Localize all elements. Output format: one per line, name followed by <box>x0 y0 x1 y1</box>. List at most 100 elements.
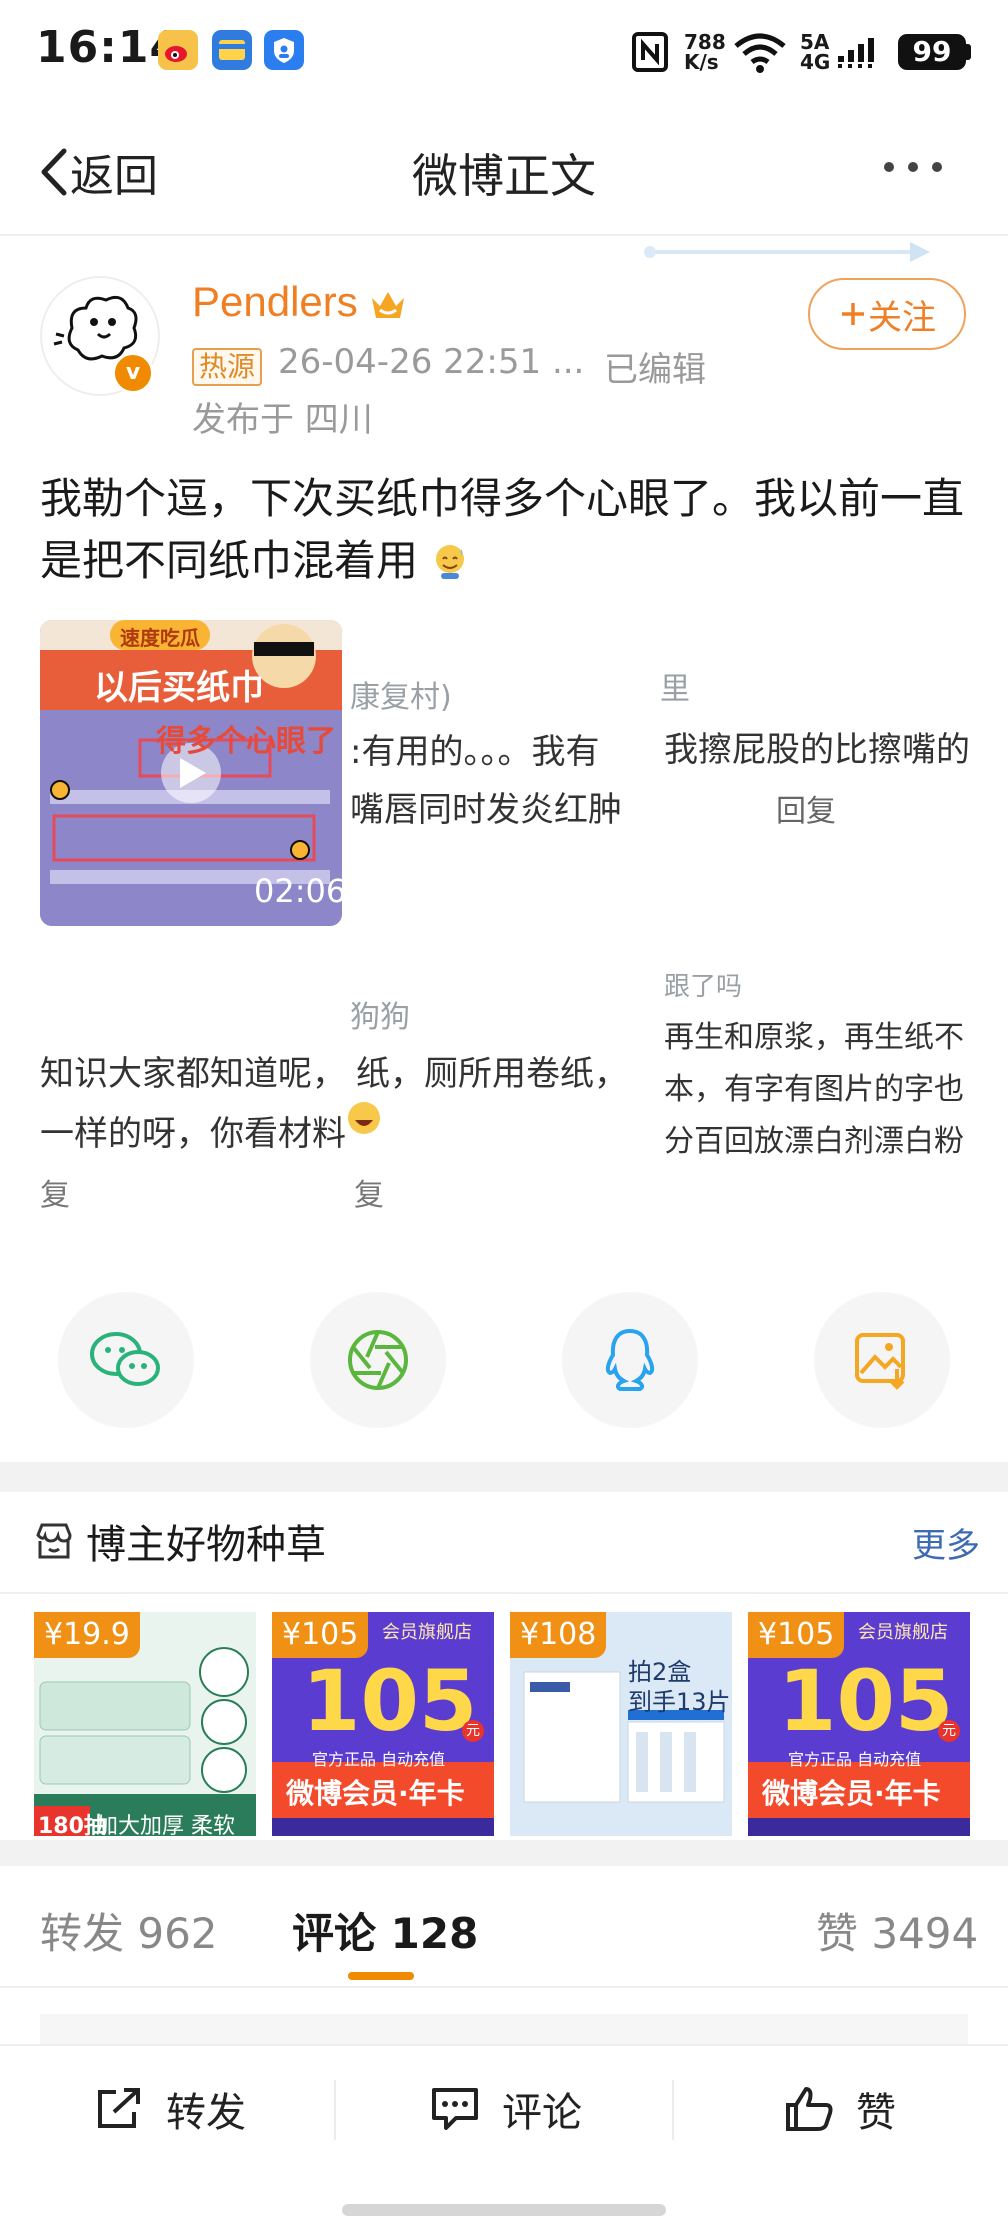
goods-title-label: 博主好物种草 <box>86 1522 326 1568</box>
wifi-icon <box>732 30 788 78</box>
more-dot <box>884 162 894 172</box>
save-image-icon <box>855 1333 905 1390</box>
goods-card[interactable]: ¥108 拍2盒 到手13片 <box>510 1612 732 1836</box>
video-thumbnail[interactable]: 速度吃瓜 以后买纸巾 得多个心眼了 02:06 <box>40 620 342 926</box>
ghost-reply-label: 复 <box>40 1178 70 1213</box>
comment-icon <box>432 2088 478 2130</box>
page-title: 微博正文 <box>412 149 596 203</box>
ghost-comment-name: 狗狗 <box>350 1000 410 1035</box>
ghost-comment-text: 本，有字有图片的字也 <box>664 1072 964 1107</box>
like-label: 赞 <box>856 2090 896 2136</box>
share-qq-button[interactable] <box>562 1292 698 1428</box>
wallet-app-icon <box>212 30 252 70</box>
ghost-comment-text: 知识大家都知道呢， <box>40 1054 346 1094</box>
more-dot <box>932 162 942 172</box>
video-banner-small: 速度吃瓜 <box>120 626 200 650</box>
ghost-comment-text: 我擦屁股的比擦嘴的 <box>664 730 970 770</box>
tab-repost[interactable]: 转发 962 <box>40 1900 218 1961</box>
more-dot <box>908 162 918 172</box>
store-label: 会员旗舰店 <box>382 1622 472 1643</box>
ghost-comment-text: 纸，厕所用卷纸， <box>356 1054 628 1094</box>
product-line1: 官方正品 自动充值 <box>312 1750 446 1769</box>
wechat-icon <box>90 1332 160 1386</box>
tab-divider <box>0 1986 1008 1988</box>
crown-badge-icon <box>372 292 404 318</box>
video-duration: 02:06 <box>254 872 342 910</box>
goods-card[interactable]: ¥105 会员旗舰店 105 元 官方正品 自动充值 微博会员·年卡 <box>748 1612 970 1836</box>
section-divider <box>0 1462 1008 1492</box>
decorative-arrow <box>644 242 930 262</box>
signal-type: 5A 4G <box>800 30 831 74</box>
weibo-app-icon <box>158 30 198 70</box>
plus-icon <box>842 303 864 325</box>
save-image-button[interactable] <box>814 1292 950 1428</box>
battery-indicator: 99 <box>898 34 966 70</box>
big-price: 105 <box>778 1652 954 1750</box>
security-app-icon <box>264 30 304 70</box>
moments-icon <box>348 1330 408 1390</box>
laughing-emoji-icon <box>344 1098 384 1142</box>
ghost-comment-text: 再生和原浆，再生纸不 <box>664 1020 964 1055</box>
shop-icon <box>36 1523 72 1559</box>
home-indicator[interactable] <box>342 2204 666 2216</box>
edited-label: 已编辑 <box>604 350 706 390</box>
post-location: 发布于 四川 <box>192 400 373 440</box>
bar-separator <box>334 2080 336 2140</box>
active-tab-indicator <box>348 1972 414 1980</box>
follow-button[interactable]: 关注 <box>808 278 966 350</box>
goods-card[interactable]: ¥19.9 180抽 加大加厚 柔软亲肤 <box>34 1612 256 1836</box>
goods-section-title: 博主好物种草 <box>32 1512 326 1570</box>
ghost-comment-name: 跟了吗 <box>664 972 743 1002</box>
product-line2: 微博会员·年卡 <box>762 1777 941 1810</box>
post-timestamp: 26-04-26 22:51 ... <box>278 342 585 382</box>
follow-label: 关注 <box>868 297 936 338</box>
nfc-icon <box>632 32 668 72</box>
store-label: 会员旗舰店 <box>858 1622 948 1643</box>
ghost-comment-text: :有用的。。。我有 <box>350 732 600 772</box>
battery-tip <box>966 44 971 60</box>
post-text: 我勒个逗，下次买纸巾得多个心眼了。我以前一直是把不同纸巾混着用 <box>40 474 965 585</box>
video-banner-title: 以后买纸巾 <box>94 668 264 708</box>
nav-bar: 返回 微博正文 <box>0 110 1008 236</box>
section-divider <box>0 1840 1008 1866</box>
repost-button[interactable]: 转发 <box>94 2080 246 2138</box>
network-speed: 788 K/s <box>684 30 726 74</box>
sweat-smile-emoji-icon <box>436 545 465 579</box>
video-banner-sub: 得多个心眼了 <box>156 724 336 759</box>
ghost-reply-label: 复 <box>354 1178 384 1213</box>
price-tag: ¥108 <box>510 1612 607 1658</box>
ghost-comment-text: 嘴唇同时发炎红肿 <box>350 790 622 830</box>
signal-bars-icon <box>836 34 886 74</box>
tab-likes[interactable]: 赞 3494 <box>816 1900 978 1961</box>
product-subline: 到手13片 <box>628 1688 731 1716</box>
product-line1: 官方正品 自动充值 <box>788 1750 922 1769</box>
product-line2: 微博会员·年卡 <box>286 1777 465 1810</box>
goods-more-link[interactable]: 更多 <box>912 1518 980 1567</box>
author-name[interactable]: Pendlers <box>192 278 358 326</box>
verified-badge: v <box>112 352 154 394</box>
goods-card[interactable]: ¥105 会员旗舰店 105 元 官方正品 自动充值 微博会员·年卡 <box>272 1612 494 1836</box>
repost-label: 转发 <box>166 2090 246 2136</box>
status-bar: 16:14 788 K/s 5A 4G 99 <box>0 0 1008 110</box>
goods-divider <box>0 1592 1008 1594</box>
unit-badge: 元 <box>938 1720 960 1742</box>
more-menu-button[interactable] <box>884 162 942 172</box>
ghost-comment-text: 一样的呀，你看材料 <box>40 1114 346 1154</box>
ghost-comment-name: 康复村) <box>350 680 452 715</box>
price-tag: ¥19.9 <box>34 1612 140 1658</box>
hot-source-tag: 热源 <box>192 348 263 386</box>
tab-comments[interactable]: 评论 128 <box>292 1900 478 1961</box>
repost-icon <box>98 2088 140 2128</box>
share-moments-button[interactable] <box>310 1292 446 1428</box>
ghost-comment-text: 分百回放漂白剂漂白粉 <box>664 1124 964 1159</box>
comment-button[interactable]: 评论 <box>430 2080 582 2138</box>
comment-label: 评论 <box>502 2090 582 2136</box>
ghost-reply-label: 回复 <box>776 794 836 829</box>
product-caption: 加大加厚 柔软亲肤 <box>96 1814 235 1836</box>
big-price: 105 <box>302 1652 478 1750</box>
like-button[interactable]: 赞 <box>784 2080 896 2138</box>
share-wechat-button[interactable] <box>58 1292 194 1428</box>
qq-icon <box>605 1328 655 1391</box>
ghost-comment-name: 里 <box>660 672 690 707</box>
unit-badge: 元 <box>462 1720 484 1742</box>
